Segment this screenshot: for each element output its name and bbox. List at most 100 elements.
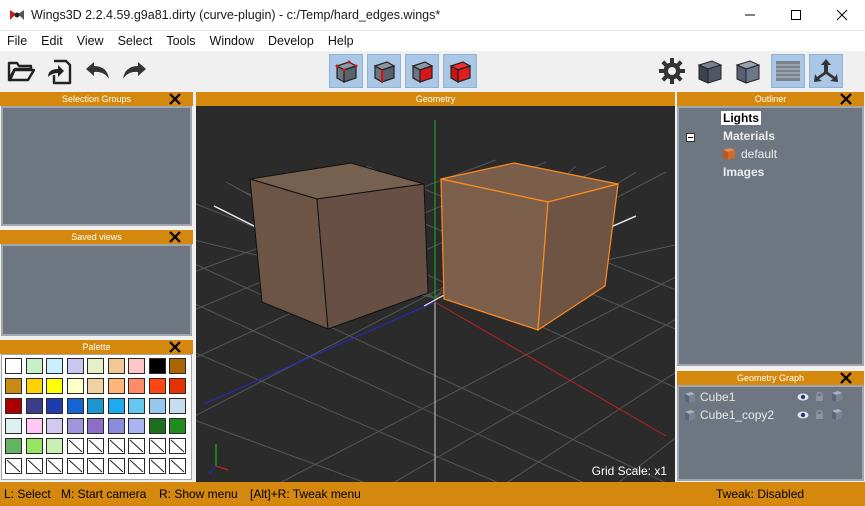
palette-swatch[interactable] bbox=[46, 358, 63, 374]
object-row-cube1[interactable]: Cube1 bbox=[684, 390, 735, 404]
collapse-icon[interactable] bbox=[686, 133, 695, 142]
body-mode-button[interactable] bbox=[443, 54, 477, 88]
outliner-item-lights[interactable]: Lights bbox=[721, 111, 761, 125]
palette-swatch[interactable] bbox=[169, 458, 186, 474]
cube1-copy2-mesh[interactable] bbox=[440, 162, 619, 332]
palette-swatch[interactable] bbox=[46, 438, 63, 454]
palette-swatch[interactable] bbox=[148, 398, 166, 414]
palette-swatch[interactable] bbox=[169, 398, 186, 414]
palette-swatch[interactable] bbox=[66, 458, 84, 474]
object-row-cube1-copy2[interactable]: Cube1_copy2 bbox=[684, 408, 774, 422]
palette-swatch[interactable] bbox=[107, 378, 125, 394]
palette-swatch[interactable] bbox=[148, 418, 166, 434]
outliner-item-materials[interactable]: Materials bbox=[723, 129, 775, 143]
menu-tools[interactable]: Tools bbox=[159, 31, 202, 51]
open-button[interactable] bbox=[4, 54, 38, 88]
palette-swatch[interactable] bbox=[25, 358, 43, 374]
wireframe-icon[interactable] bbox=[831, 408, 843, 421]
palette-swatch[interactable] bbox=[66, 418, 84, 434]
menu-view[interactable]: View bbox=[70, 31, 111, 51]
palette-swatch[interactable] bbox=[5, 458, 22, 474]
close-icon[interactable] bbox=[169, 93, 181, 105]
show-axes-button[interactable] bbox=[809, 54, 843, 88]
palette-swatch[interactable] bbox=[5, 438, 22, 454]
cube1-mesh[interactable] bbox=[249, 162, 429, 330]
lock-icon[interactable] bbox=[815, 409, 824, 420]
palette-swatch[interactable] bbox=[148, 458, 166, 474]
menu-edit[interactable]: Edit bbox=[34, 31, 70, 51]
menu-develop[interactable]: Develop bbox=[261, 31, 321, 51]
palette-swatch[interactable] bbox=[66, 438, 84, 454]
palette-swatch[interactable] bbox=[66, 378, 84, 394]
palette-swatch[interactable] bbox=[107, 358, 125, 374]
menu-select[interactable]: Select bbox=[111, 31, 160, 51]
close-icon[interactable] bbox=[840, 93, 852, 105]
palette-swatch[interactable] bbox=[87, 398, 104, 414]
ground-plane-button[interactable] bbox=[771, 54, 805, 88]
palette-swatch[interactable] bbox=[5, 398, 22, 414]
outliner-item-default-material[interactable]: default bbox=[741, 147, 777, 161]
palette-swatch[interactable] bbox=[169, 378, 186, 394]
palette-swatch[interactable] bbox=[5, 358, 22, 374]
viewport-canvas[interactable]: Grid Scale: x1 bbox=[135, 106, 717, 506]
palette-swatch[interactable] bbox=[128, 358, 145, 374]
outliner-item-images[interactable]: Images bbox=[723, 165, 764, 179]
palette-swatch[interactable] bbox=[128, 458, 145, 474]
palette-swatch[interactable] bbox=[46, 398, 63, 414]
palette-swatch[interactable] bbox=[46, 378, 63, 394]
smooth-shading-button[interactable] bbox=[693, 54, 727, 88]
palette-swatch[interactable] bbox=[169, 418, 186, 434]
palette-swatch[interactable] bbox=[169, 438, 186, 454]
palette-swatch[interactable] bbox=[107, 418, 125, 434]
close-icon[interactable] bbox=[169, 231, 181, 243]
close-icon[interactable] bbox=[840, 372, 852, 384]
palette-swatch[interactable] bbox=[87, 358, 104, 374]
palette-swatch[interactable] bbox=[66, 398, 84, 414]
lock-icon[interactable] bbox=[815, 391, 824, 402]
palette-swatch[interactable] bbox=[128, 438, 145, 454]
maximize-button[interactable] bbox=[773, 0, 819, 31]
palette-swatch[interactable] bbox=[148, 358, 166, 374]
palette-swatch[interactable] bbox=[128, 398, 145, 414]
palette-swatch[interactable] bbox=[87, 458, 104, 474]
palette-swatch[interactable] bbox=[169, 358, 186, 374]
palette-swatch[interactable] bbox=[107, 438, 125, 454]
palette-swatch[interactable] bbox=[5, 418, 22, 434]
import-button[interactable] bbox=[42, 54, 76, 88]
palette-swatch[interactable] bbox=[25, 418, 43, 434]
palette-swatch[interactable] bbox=[87, 378, 104, 394]
palette-swatch[interactable] bbox=[46, 418, 63, 434]
redo-button[interactable] bbox=[118, 54, 152, 88]
eye-icon[interactable] bbox=[797, 410, 809, 420]
palette-swatch[interactable] bbox=[46, 458, 63, 474]
palette-swatch[interactable] bbox=[107, 398, 125, 414]
palette-swatch[interactable] bbox=[25, 438, 43, 454]
close-button[interactable] bbox=[819, 0, 865, 31]
close-icon[interactable] bbox=[169, 341, 181, 353]
undo-button[interactable] bbox=[80, 54, 114, 88]
wireframe-icon[interactable] bbox=[831, 390, 843, 403]
vertex-mode-button[interactable] bbox=[329, 54, 363, 88]
preferences-button[interactable] bbox=[655, 54, 689, 88]
edge-mode-button[interactable] bbox=[367, 54, 401, 88]
palette-swatch[interactable] bbox=[128, 378, 145, 394]
menu-help[interactable]: Help bbox=[321, 31, 361, 51]
palette-swatch[interactable] bbox=[148, 438, 166, 454]
palette-swatch[interactable] bbox=[107, 458, 125, 474]
menu-file[interactable]: File bbox=[0, 31, 34, 51]
palette-swatch[interactable] bbox=[87, 418, 104, 434]
geometry-viewport[interactable]: Geometry Grid Scale: x1 bbox=[135, 92, 717, 506]
face-mode-button[interactable] bbox=[405, 54, 439, 88]
palette-swatch[interactable] bbox=[25, 378, 43, 394]
palette-swatch[interactable] bbox=[148, 378, 166, 394]
flat-shading-button[interactable] bbox=[731, 54, 765, 88]
menu-window[interactable]: Window bbox=[203, 31, 261, 51]
scene-3d[interactable] bbox=[135, 106, 717, 506]
palette-swatch[interactable] bbox=[128, 418, 145, 434]
palette-swatch[interactable] bbox=[87, 438, 104, 454]
palette-swatch[interactable] bbox=[25, 398, 43, 414]
palette-swatch[interactable] bbox=[25, 458, 43, 474]
palette-swatch[interactable] bbox=[66, 358, 84, 374]
palette-swatch[interactable] bbox=[5, 378, 22, 394]
minimize-button[interactable] bbox=[727, 0, 773, 31]
